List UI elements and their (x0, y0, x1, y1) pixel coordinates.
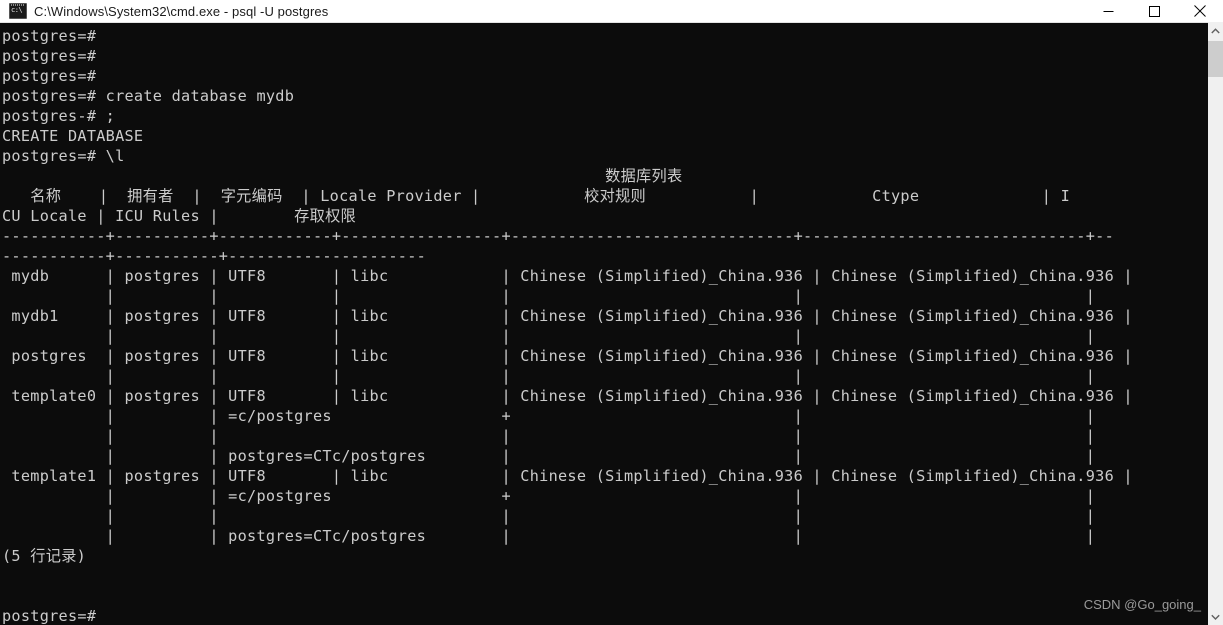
terminal-lines: postgres=# postgres=# postgres=# postgre… (0, 26, 1208, 625)
row-count-footer: (5 行记录) (2, 547, 87, 565)
csdn-watermark: CSDN @Go_going_ (1083, 597, 1201, 612)
window-title: C:\Windows\System32\cmd.exe - psql -U po… (34, 3, 329, 19)
table-row-spacer: | | | | | | (2, 287, 1096, 305)
table-row: template1 | postgres | UTF8 | libc | Chi… (2, 467, 1133, 485)
close-button[interactable] (1177, 0, 1223, 22)
terminal-line: postgres=# (2, 47, 97, 65)
table-header-row-2: CU Locale | ICU Rules | 存取权限 (2, 207, 357, 225)
terminal-line: postgres=# (2, 27, 97, 45)
vertical-scrollbar[interactable] (1208, 22, 1223, 625)
table-row-continuation: | | | | | (2, 507, 1096, 525)
terminal-line: postgres-# ; (2, 107, 116, 125)
cmd-window: 号 方 数 d C:\Windows\System32\cmd.exe - ps… (0, 0, 1223, 625)
terminal-prompt: postgres=# (2, 607, 97, 625)
table-row-continuation: | | postgres=CTc/postgres | | | (2, 527, 1096, 545)
table-row: template0 | postgres | UTF8 | libc | Chi… (2, 387, 1133, 405)
table-row-spacer: | | | | | | (2, 367, 1096, 385)
table-caption: 数据库列表 (2, 167, 683, 185)
table-row: mydb | postgres | UTF8 | libc | Chinese … (2, 267, 1133, 285)
table-row-spacer: | | | | | | (2, 327, 1096, 345)
maximize-button[interactable] (1131, 0, 1177, 22)
terminal-line: postgres=# \l (2, 147, 125, 165)
scrollbar-thumb[interactable] (1208, 41, 1223, 77)
table-row-continuation: | | | | | (2, 427, 1096, 445)
table-separator-wrap: -----------+-----------+----------------… (2, 247, 427, 265)
table-separator: -----------+----------+------------+----… (2, 227, 1114, 245)
terminal-output[interactable]: postgres=# postgres=# postgres=# postgre… (0, 22, 1208, 625)
terminal-line: postgres=# create database mydb (2, 87, 295, 105)
table-header-row-1: 名称 | 拥有者 | 字元编码 | Locale Provider | 校对规则… (2, 187, 1071, 205)
chevron-up-icon[interactable] (1208, 22, 1223, 39)
table-row: mydb1 | postgres | UTF8 | libc | Chinese… (2, 307, 1133, 325)
terminal-line: postgres=# (2, 67, 97, 85)
table-row-continuation: | | =c/postgres + | | (2, 487, 1096, 505)
minimize-button[interactable] (1085, 0, 1131, 22)
chevron-down-icon[interactable] (1208, 608, 1223, 625)
cmd-icon (9, 3, 27, 19)
table-row-continuation: | | =c/postgres + | | (2, 407, 1096, 425)
terminal-line: CREATE DATABASE (2, 127, 144, 145)
title-bar[interactable]: C:\Windows\System32\cmd.exe - psql -U po… (0, 0, 1223, 23)
window-controls (1085, 0, 1223, 22)
table-row-continuation: | | postgres=CTc/postgres | | | (2, 447, 1096, 465)
table-row: postgres | postgres | UTF8 | libc | Chin… (2, 347, 1133, 365)
